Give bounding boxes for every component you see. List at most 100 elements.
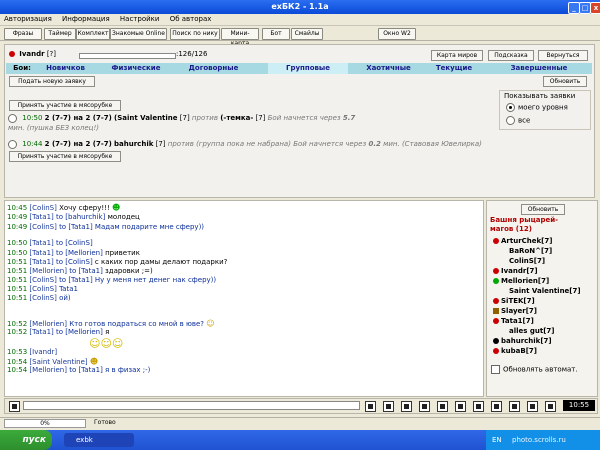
status-bar: 0% Готово [0,417,600,428]
action-icon[interactable] [401,401,412,412]
player-item[interactable]: ColinS[7] [509,257,545,266]
request-fighter-2[interactable]: bahurchik [114,140,153,148]
refresh-button[interactable]: Обновить [543,76,587,87]
request-radio-2[interactable] [8,139,17,149]
chat-line: 10:52 [Tata1] to [Mellorien] я [7,328,110,336]
chat-line: 10:49 [ColinS] to [Tata1] Мадам подарите… [7,223,205,231]
hint-button[interactable]: Подсказка [488,50,534,61]
fight-tabs: Бои: Новичков Физические Договорные Груп… [6,63,592,74]
player-item[interactable]: SiTEK[7] [493,297,535,306]
tab-physical[interactable]: Физические [101,63,171,74]
auto-refresh-checkbox[interactable] [491,365,500,374]
request-radio-1[interactable] [8,113,17,123]
action-icon[interactable] [509,401,520,412]
player-item[interactable]: Slayer[7] [493,307,537,316]
clan-icon [493,298,499,304]
smileys-row-icon: ☺☺☺ [89,337,124,350]
menubar: Авторизация Информация Настройки Об авто… [0,14,600,26]
menu-info[interactable]: Информация [58,14,114,25]
system-tray: EN photo.scrolls.ru [486,430,600,450]
minimap-button[interactable]: Мини-карта [221,28,259,47]
back-button[interactable]: Вернуться [538,50,588,61]
player-item[interactable]: alles gut[7] [509,327,554,336]
action-icon[interactable] [419,401,430,412]
option-my-level[interactable]: моего уровня [506,103,568,112]
tab-finished[interactable]: Завершенные [499,63,579,74]
bear-smiley-icon: ☻ [89,357,99,366]
chat-line: 10:49 [Tata1] to [bahurchik] молодец [7,213,140,221]
timer-button[interactable]: Таймер [44,28,76,40]
bot-button[interactable]: Бот [262,28,290,40]
start-label: пуск [22,435,46,445]
player-item[interactable]: BaRoN^[7] [509,247,552,256]
toolbar: Фразы Таймер Комплект Знакомые Online По… [0,27,600,47]
request-fighter-level-1: [7] [179,114,190,122]
join-meat-button-1[interactable]: Принять участие в мясорубке [9,100,121,111]
menu-settings[interactable]: Настройки [116,14,164,25]
chat-line: 10:51 [Tata1] to [ColinS] с каких пор да… [7,258,228,266]
player-item[interactable]: Saint Valentine[7] [509,287,581,296]
player-item[interactable]: Tata1[7] [493,317,534,326]
request-unit-2: мин. (Ставовая Ювелирка) [383,140,482,148]
window-titlebar[interactable]: exБК2 - 1.1a _ □ x [0,0,600,14]
player-item[interactable]: bahurchik[7] [493,337,552,346]
radio-my-level[interactable] [506,103,515,112]
chat-input[interactable] [23,401,360,410]
request-fighter-1[interactable]: (Saint Valentine [114,114,178,122]
window2-button[interactable]: Окно W2 [378,28,416,40]
world-map-button[interactable]: Карта миров [431,50,483,61]
kit-button[interactable]: Комплект [76,28,110,40]
request-mins-1: 5.7 [342,114,356,122]
clan-icon [493,268,499,274]
smileys-button[interactable]: Смайлы [291,28,323,40]
hp-value: :126/126 [176,50,208,58]
tab-current[interactable]: Текущие [424,63,484,74]
lang-indicator[interactable]: EN [492,436,502,444]
location-title: Башня рыцарей-магов (12) [490,216,559,233]
phrases-button[interactable]: Фразы [4,28,42,40]
new-request-button[interactable]: Подать новую заявку [9,76,95,87]
progress-bar: 0% [4,419,86,428]
menu-auth[interactable]: Авторизация [0,14,56,25]
player-item[interactable]: ArturChek[7] [493,237,552,246]
hp-bar [79,53,176,59]
tab-agreed[interactable]: Договорные [176,63,251,74]
close-button[interactable]: x [590,2,600,14]
tab-novice[interactable]: Новичков [38,63,93,74]
action-icon[interactable] [455,401,466,412]
friends-online-button[interactable]: Знакомые Online [110,28,167,40]
clan-icon [493,238,499,244]
request-fighter-level-2: [7] [155,140,166,148]
action-icon[interactable] [383,401,394,412]
request-time-1: 10:50 [22,114,43,122]
action-icon[interactable] [9,401,20,412]
search-nick-button[interactable]: Поиск по нику [170,28,220,40]
tab-chaotic[interactable]: Хаотичные [356,63,421,74]
action-icon[interactable] [437,401,448,412]
action-icon[interactable] [365,401,376,412]
request-opponent-1[interactable]: (-темка- [220,114,253,122]
player-item[interactable]: Ivandr[7] [493,267,538,276]
auto-refresh-label: Обновлять автомат. [503,365,578,374]
radio-all[interactable] [506,116,515,125]
menu-about[interactable]: Об авторах [166,14,216,25]
player-info: Ivandr [?] [9,50,56,59]
player-item[interactable]: Mellorien[7] [493,277,549,286]
join-meat-button-2[interactable]: Принять участие в мясорубке [9,151,121,162]
action-icon[interactable] [491,401,502,412]
player-item[interactable]: kubaB[7] [493,347,537,356]
start-button[interactable]: пуск [0,430,52,450]
action-icon[interactable] [527,401,538,412]
action-icon[interactable] [545,401,556,412]
clan-icon [493,278,499,284]
auto-refresh-option[interactable]: Обновлять автомат. [491,365,578,375]
task-exbk[interactable]: exbk [64,433,134,447]
request-vs-2: против [167,140,194,148]
sidebar-refresh-button[interactable]: Обновить [521,204,565,215]
status-text: Готово [94,419,116,426]
option-all[interactable]: все [506,116,530,125]
tab-group[interactable]: Групповые [268,63,348,74]
player-nick[interactable]: Ivandr [19,50,44,58]
action-icon[interactable] [473,401,484,412]
chat-panel[interactable]: 10:45 [ColinS] Хочу сферу!!! ☻ 10:49 [Ta… [4,200,484,397]
